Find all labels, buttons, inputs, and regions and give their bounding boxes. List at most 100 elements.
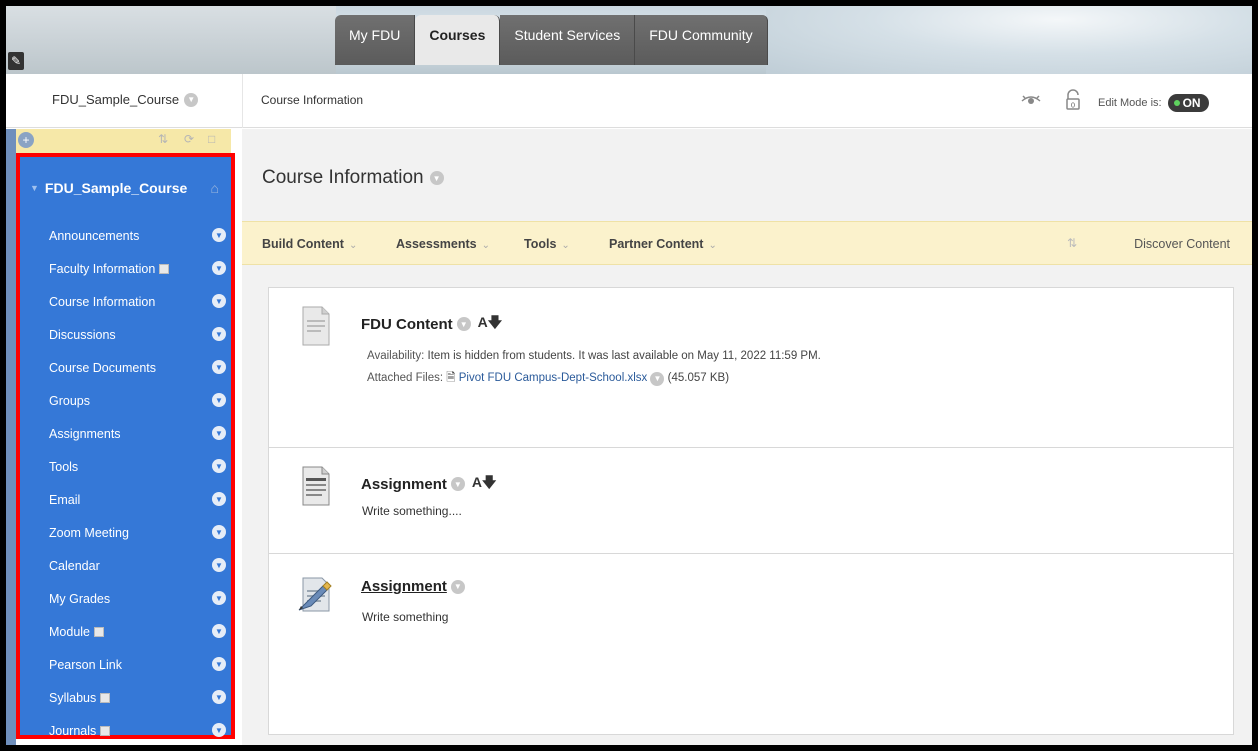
sidebar-item-assignments[interactable]: Assignments ▼ [20, 417, 231, 450]
chevron-down-icon[interactable]: ▼ [212, 459, 226, 473]
chevron-down-icon[interactable]: ▼ [456, 317, 471, 331]
sidebar-item-my-grades[interactable]: My Grades ▼ [20, 582, 231, 615]
sidebar-item-label: Email [49, 492, 81, 507]
content-item-title-label: Assignment [361, 475, 447, 493]
home-icon[interactable]: ⌂ [211, 180, 219, 196]
chevron-down-icon[interactable]: ▼ [450, 477, 465, 491]
breadcrumb[interactable]: Course Information [261, 93, 363, 107]
chevron-down-icon[interactable]: ▼ [212, 360, 226, 374]
content-item-description: Write something.... [362, 504, 462, 518]
chevron-down-icon[interactable]: ▼ [212, 426, 226, 440]
sidebar-item-label: Groups [49, 393, 90, 408]
sidebar-item-label: Module [49, 624, 90, 639]
tab-courses[interactable]: Courses [415, 15, 501, 65]
tab-my-fdu[interactable]: My FDU [335, 15, 416, 65]
attached-files-label: Attached Files: [367, 372, 444, 384]
lock-icon[interactable]: 0 [1061, 88, 1085, 112]
document-icon [302, 306, 330, 346]
sidebar-item-tools[interactable]: Tools ▼ [20, 450, 231, 483]
add-menu-item-icon[interactable]: + [18, 132, 34, 148]
chevron-down-icon[interactable]: ▼ [212, 690, 226, 704]
sidebar-item-module[interactable]: Module ▼ [20, 615, 231, 648]
attached-file-link[interactable]: Pivot FDU Campus-Dept-School.xlsx [459, 372, 648, 384]
course-header: FDU_Sample_Course ▼ Course Information 0… [6, 74, 1252, 128]
content-item: FDU Content ▼ A🡇 Availability: Item is h… [269, 288, 1233, 448]
chevron-down-icon[interactable]: ▼ [212, 624, 226, 638]
module-page-icon [94, 626, 104, 637]
edit-mode-toggle[interactable]: ON [1167, 94, 1209, 112]
sidebar-item-journals[interactable]: Journals ▼ [20, 714, 231, 745]
chevron-down-icon[interactable]: ▼ [650, 371, 665, 386]
chevron-down-icon: ⌄ [481, 240, 490, 251]
top-nav-tabs: My FDU Courses Student Services FDU Comm… [335, 15, 768, 65]
edit-mode-label: Edit Mode is: [1098, 97, 1162, 109]
sidebar-item-course-information[interactable]: Course Information ▼ [20, 285, 231, 318]
discover-content-button[interactable]: Discover Content [1134, 237, 1230, 251]
sidebar-item-label: Calendar [49, 558, 100, 573]
sidebar-item-syllabus[interactable]: Syllabus ▼ [20, 681, 231, 714]
caret-down-icon[interactable]: ▼ [30, 183, 39, 193]
sidebar-item-announcements[interactable]: Announcements ▼ [20, 219, 231, 252]
module-page-icon [100, 725, 111, 736]
sidebar-item-label: Faculty Information [49, 261, 156, 276]
chevron-down-icon[interactable]: ▼ [212, 525, 226, 539]
chevron-down-icon[interactable]: ▼ [212, 657, 226, 671]
content-toolbar: Build Content ⌄ Assessments ⌄ Tools ⌄ Partn… [242, 221, 1252, 265]
banner-left-area [6, 6, 336, 74]
chevron-down-icon[interactable]: ▼ [184, 92, 199, 107]
chevron-down-icon[interactable]: ▼ [212, 327, 226, 341]
content-item-description: Write something [362, 610, 449, 624]
refresh-icon[interactable]: ⟳ [184, 132, 194, 146]
content-list: FDU Content ▼ A🡇 Availability: Item is h… [268, 287, 1234, 735]
tab-student-services[interactable]: Student Services [500, 15, 636, 65]
tools-menu[interactable]: Tools ⌄ [524, 237, 570, 251]
build-content-label: Build Content [262, 237, 344, 251]
accessibility-score-icon[interactable]: A🡇 [472, 472, 497, 496]
student-preview-icon[interactable] [1019, 88, 1043, 112]
course-name-menu[interactable]: FDU_Sample_Course ▼ [52, 92, 199, 107]
folder-icon[interactable]: □ [208, 132, 215, 146]
assignment-link[interactable]: Assignment [361, 578, 447, 595]
course-name-label: FDU_Sample_Course [52, 92, 180, 107]
course-menu-title[interactable]: ▼ FDU_Sample_Course ⌂ [20, 157, 231, 219]
sidebar-item-faculty-information[interactable]: Faculty Information ▼ [20, 252, 231, 285]
reorder-icon[interactable]: ⇅ [1067, 236, 1077, 250]
chevron-down-icon[interactable]: ▼ [212, 228, 226, 242]
chevron-down-icon[interactable]: ▼ [212, 261, 226, 275]
build-content-menu[interactable]: Build Content ⌄ [262, 237, 357, 251]
chevron-down-icon[interactable]: ▼ [212, 492, 226, 506]
content-item-title[interactable]: FDU Content ▼ A🡇 [361, 312, 502, 336]
sidebar-edge [6, 129, 16, 745]
content-item-title[interactable]: Assignment ▼ [361, 578, 465, 595]
sidebar-item-groups[interactable]: Groups ▼ [20, 384, 231, 417]
svg-text:0: 0 [1071, 102, 1075, 110]
sidebar-item-discussions[interactable]: Discussions ▼ [20, 318, 231, 351]
chevron-down-icon[interactable]: ▼ [212, 591, 226, 605]
partner-content-label: Partner Content [609, 237, 704, 251]
reorder-icon[interactable]: ⇅ [158, 132, 168, 146]
accessibility-score-icon[interactable]: A🡇 [478, 312, 503, 336]
chevron-down-icon: ⌄ [348, 240, 358, 251]
toggle-indicator [1173, 100, 1180, 106]
sidebar-item-label: Pearson Link [49, 657, 122, 672]
content-item-title[interactable]: Assignment ▼ A🡇 [361, 472, 496, 496]
pencil-icon[interactable]: ✎ [8, 52, 24, 70]
chevron-down-icon: ⌄ [561, 240, 570, 251]
sidebar-item-pearson-link[interactable]: Pearson Link ▼ [20, 648, 231, 681]
chevron-down-icon[interactable]: ▼ [450, 579, 465, 594]
assessments-menu[interactable]: Assessments ⌄ [396, 237, 490, 251]
chevron-down-icon[interactable]: ▼ [429, 171, 444, 185]
tab-fdu-community[interactable]: FDU Community [635, 15, 768, 65]
chevron-down-icon[interactable]: ▼ [212, 558, 226, 572]
sidebar-item-email[interactable]: Email ▼ [20, 483, 231, 516]
sidebar-item-label: Course Information [49, 294, 156, 309]
page-title[interactable]: Course Information ▼ [262, 167, 444, 189]
chevron-down-icon[interactable]: ▼ [212, 723, 226, 737]
browser-frame: ✎ My FDU Courses Student Services FDU Co… [6, 6, 1252, 745]
chevron-down-icon[interactable]: ▼ [212, 393, 226, 407]
chevron-down-icon[interactable]: ▼ [212, 294, 226, 308]
sidebar-item-course-documents[interactable]: Course Documents ▼ [20, 351, 231, 384]
sidebar-item-calendar[interactable]: Calendar ▼ [20, 549, 231, 582]
sidebar-item-zoom-meeting[interactable]: Zoom Meeting ▼ [20, 516, 231, 549]
partner-content-menu[interactable]: Partner Content ⌄ [609, 237, 717, 251]
